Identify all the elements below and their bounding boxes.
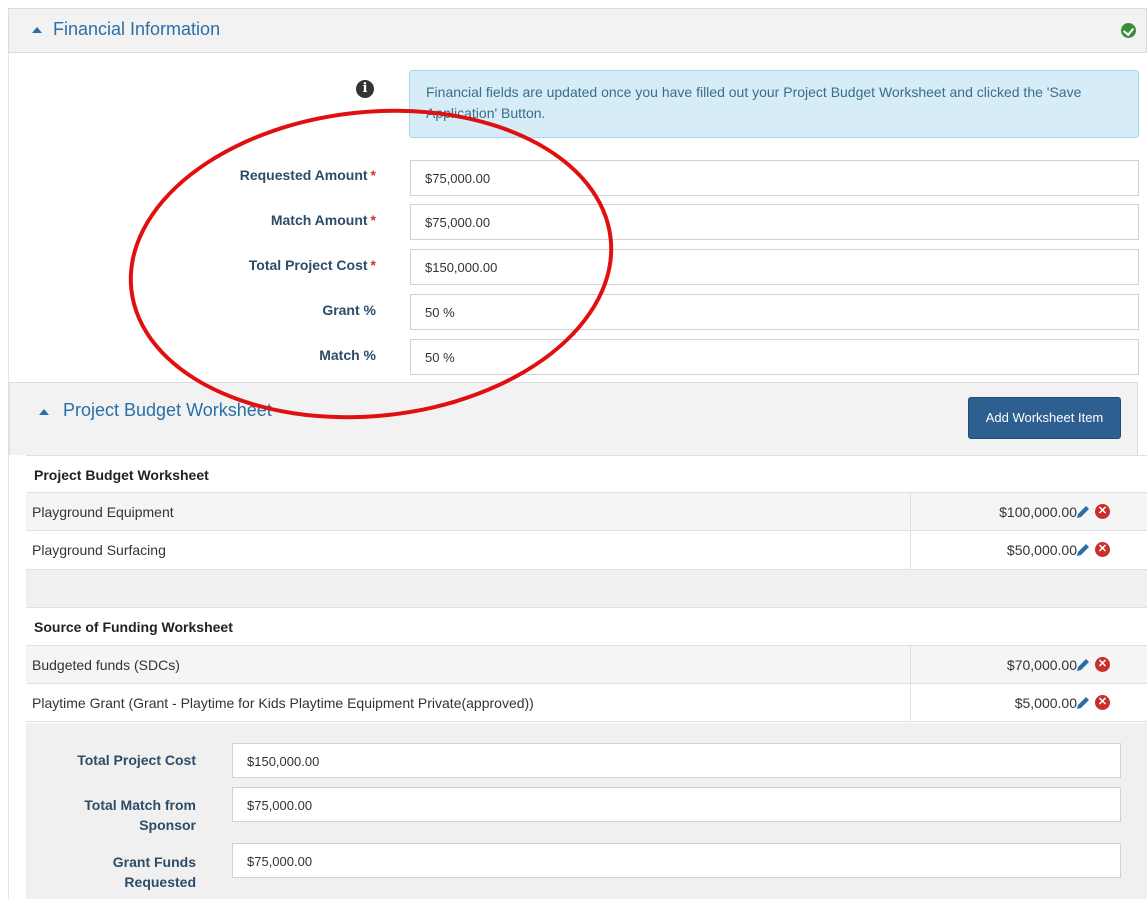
- delete-icon[interactable]: ✕: [1095, 504, 1110, 519]
- requested-amount-label: Requested Amount *: [239, 167, 376, 183]
- budget-item-name: Playground Surfacing: [32, 542, 166, 558]
- total-project-cost-label: Total Project Cost *: [248, 257, 376, 273]
- financial-panel-header[interactable]: Financial Information: [8, 8, 1147, 53]
- budget-item-amount: $50,000.00: [1006, 542, 1077, 558]
- financial-panel-title[interactable]: Financial Information: [53, 19, 220, 40]
- summary-total-project-cost-field[interactable]: $150,000.00: [232, 743, 1121, 778]
- pencil-icon[interactable]: [1075, 657, 1091, 673]
- amount-cell: $50,000.00 ✕: [910, 531, 1147, 569]
- info-icon: i: [356, 80, 374, 98]
- funding-section-header: Source of Funding Worksheet: [26, 607, 1147, 645]
- budget-section-title: Project Budget Worksheet: [34, 467, 209, 483]
- match-percent-label: Match %: [319, 347, 376, 363]
- summary-total-match-field[interactable]: $75,000.00: [232, 787, 1121, 822]
- funding-item-name: Playtime Grant (Grant - Playtime for Kid…: [32, 695, 534, 711]
- caret-up-icon[interactable]: [39, 409, 49, 415]
- caret-up-icon[interactable]: [32, 27, 42, 33]
- table-row: Playground Equipment $100,000.00 ✕: [26, 492, 1147, 530]
- table-row: Playground Surfacing $50,000.00 ✕: [26, 530, 1147, 569]
- table-row: Playtime Grant (Grant - Playtime for Kid…: [26, 683, 1147, 722]
- delete-icon[interactable]: ✕: [1095, 542, 1110, 557]
- match-amount-field[interactable]: $75,000.00: [410, 204, 1139, 240]
- budget-section-header: Project Budget Worksheet: [26, 455, 1147, 492]
- amount-cell: $100,000.00 ✕: [910, 493, 1147, 530]
- funding-item-amount: $70,000.00: [1006, 657, 1077, 673]
- pencil-icon[interactable]: [1075, 695, 1091, 711]
- required-marker: *: [370, 212, 376, 228]
- total-project-cost-field[interactable]: $150,000.00: [410, 249, 1139, 285]
- delete-icon[interactable]: ✕: [1095, 695, 1110, 710]
- funding-item-amount: $5,000.00: [1014, 695, 1077, 711]
- summary-total-match-label: Total Match from Sponsor: [84, 797, 196, 833]
- budget-item-name: Playground Equipment: [32, 504, 174, 520]
- delete-icon[interactable]: ✕: [1095, 657, 1110, 672]
- budget-item-amount: $100,000.00: [999, 504, 1077, 520]
- funding-item-name: Budgeted funds (SDCs): [32, 657, 180, 673]
- match-amount-label: Match Amount *: [270, 212, 376, 228]
- summary-total-project-cost-label: Total Project Cost: [77, 752, 196, 768]
- amount-cell: $5,000.00 ✕: [910, 684, 1147, 721]
- summary-grant-funds-field[interactable]: $75,000.00: [232, 843, 1121, 878]
- worksheet-panel-title[interactable]: Project Budget Worksheet: [63, 400, 272, 421]
- amount-cell: $70,000.00 ✕: [910, 646, 1147, 683]
- requested-amount-field[interactable]: $75,000.00: [410, 160, 1139, 196]
- pencil-icon[interactable]: [1075, 542, 1091, 558]
- spacer-row: [26, 569, 1147, 607]
- match-percent-field[interactable]: 50 %: [410, 339, 1139, 375]
- grant-percent-label: Grant %: [322, 302, 376, 318]
- grant-percent-field[interactable]: 50 %: [410, 294, 1139, 330]
- required-marker: *: [370, 257, 376, 273]
- funding-section-title: Source of Funding Worksheet: [34, 619, 233, 635]
- check-circle-icon: [1121, 23, 1136, 38]
- summary-grant-funds-label: Grant Funds Requested: [112, 854, 196, 890]
- pencil-icon[interactable]: [1075, 504, 1091, 520]
- add-worksheet-item-button[interactable]: Add Worksheet Item: [968, 397, 1121, 439]
- required-marker: *: [370, 167, 376, 183]
- info-alert: Financial fields are updated once you ha…: [409, 70, 1139, 138]
- table-row: Budgeted funds (SDCs) $70,000.00 ✕: [26, 645, 1147, 683]
